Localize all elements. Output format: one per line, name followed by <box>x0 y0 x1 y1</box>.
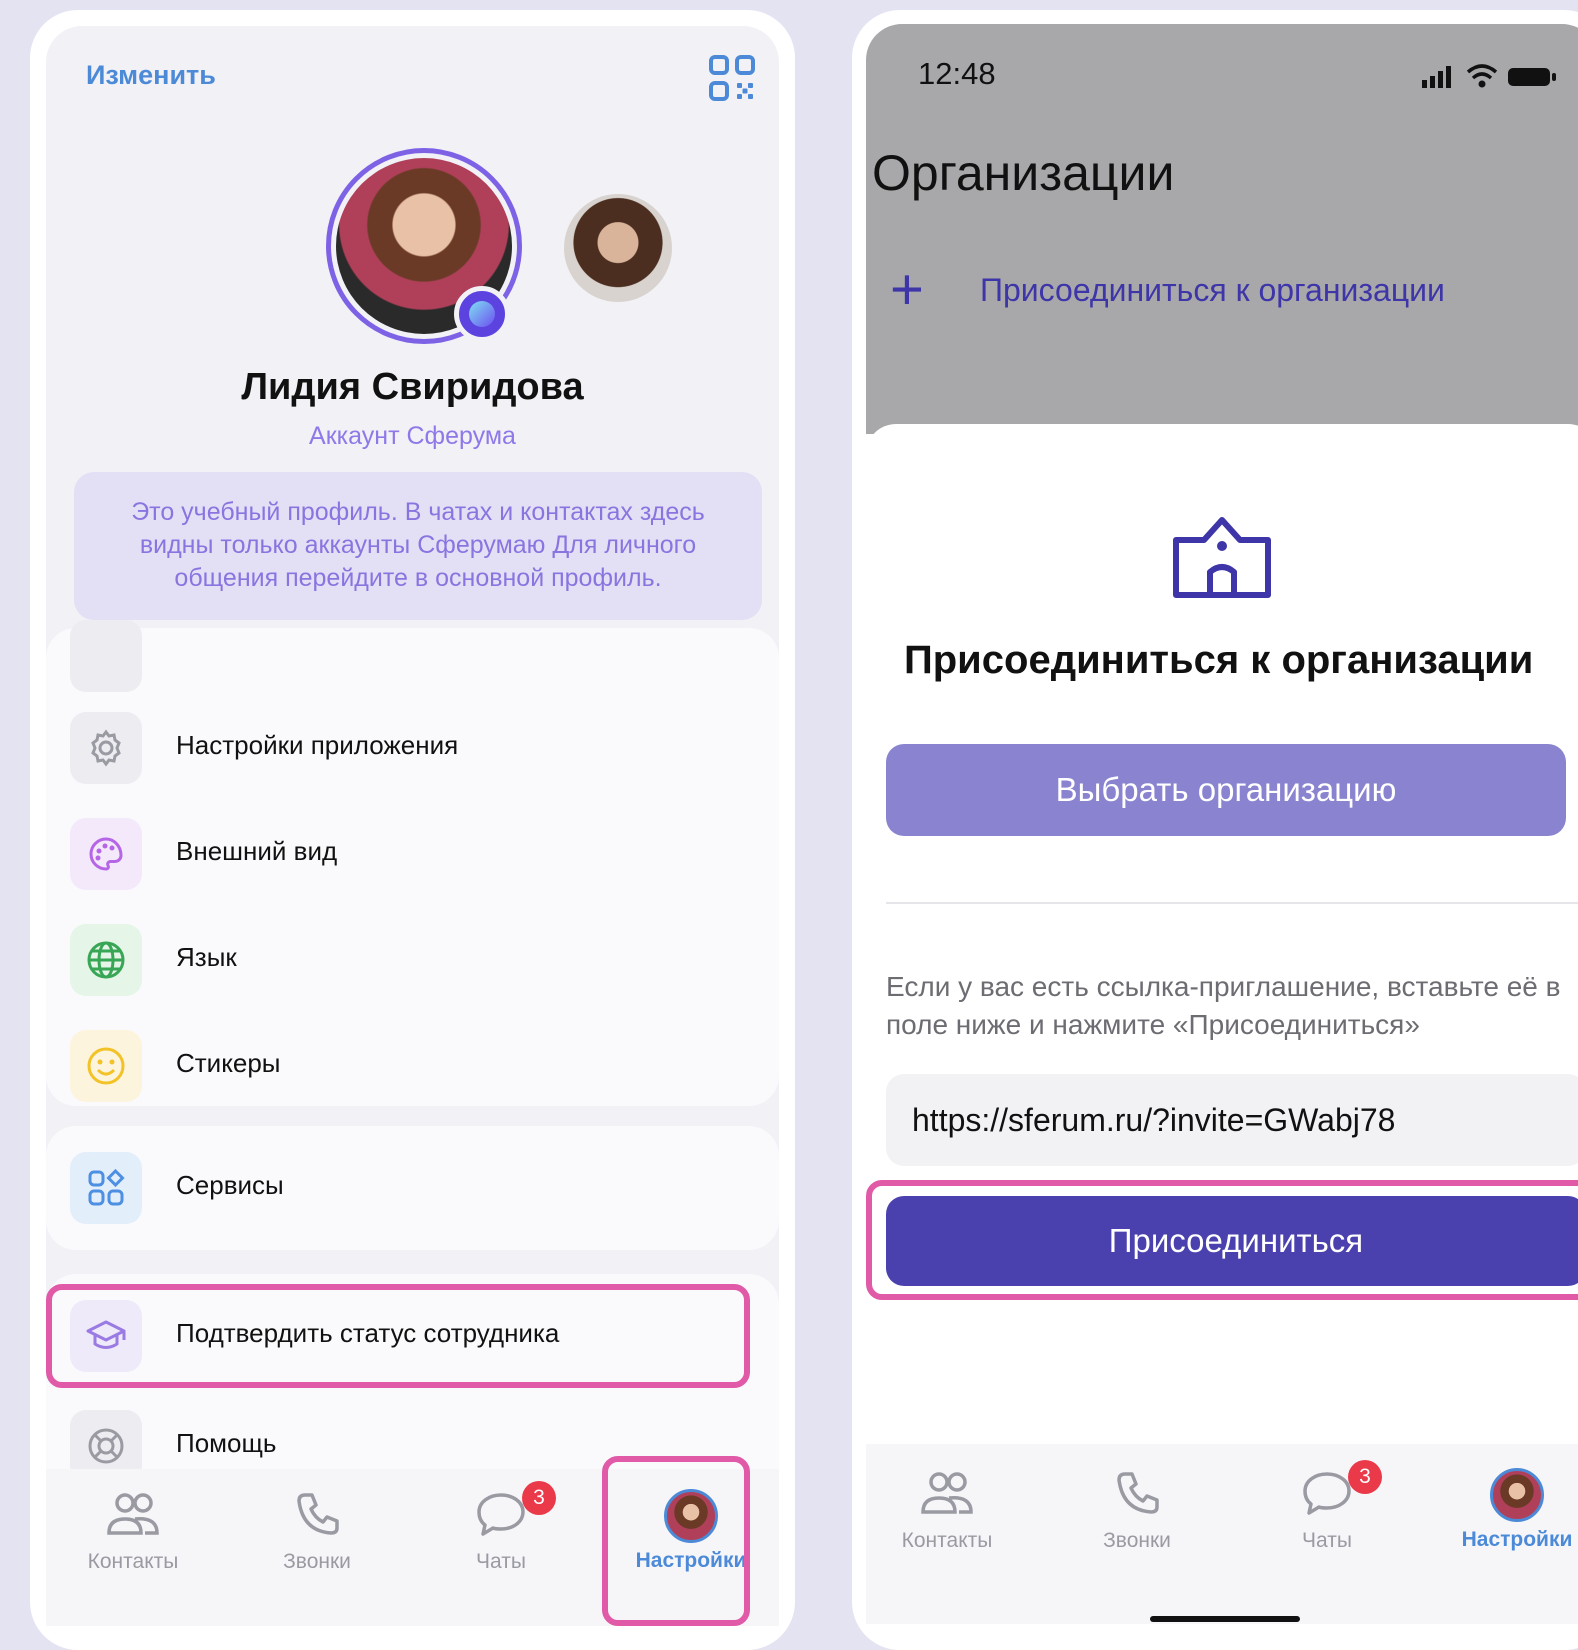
left-phone-frame: Изменить Лидия Свиридова Аккаунт Сферума… <box>30 10 795 1650</box>
tab-contacts[interactable]: Контакты <box>58 1489 208 1574</box>
menu-label: Стикеры <box>176 1048 281 1078</box>
join-organization-link[interactable]: Присоединиться к организации <box>980 272 1445 309</box>
gear-icon <box>70 712 142 784</box>
menu-item-app-settings[interactable]: Настройки приложения <box>46 700 779 796</box>
highlight-settings-tab <box>602 1456 750 1626</box>
tab-bar: Контакты Звонки 3 Чаты Настройки <box>866 1444 1578 1624</box>
status-icons <box>1422 64 1556 88</box>
grid-icon <box>70 1152 142 1224</box>
menu-item-stickers[interactable]: Стикеры <box>46 1018 779 1114</box>
smile-icon <box>70 1030 142 1102</box>
tab-label: Звонки <box>1103 1529 1171 1552</box>
tab-label: Контакты <box>901 1529 993 1552</box>
tab-label: Чаты <box>476 1550 526 1573</box>
chat-icon <box>1303 1472 1351 1515</box>
edit-button[interactable]: Изменить <box>86 60 216 91</box>
menu-label: Сервисы <box>176 1170 284 1200</box>
wifi-icon <box>1466 64 1498 80</box>
menu-label: Настройки приложения <box>176 730 459 760</box>
menu-item-appearance[interactable]: Внешний вид <box>46 806 779 902</box>
phone-icon <box>1117 1472 1159 1514</box>
contacts-icon <box>107 1493 159 1535</box>
chat-unread-badge: 3 <box>522 1481 556 1515</box>
organizations-screen: 12:48 Организации + Присоединиться к орг… <box>866 24 1578 1624</box>
chat-icon <box>477 1493 525 1536</box>
tab-chats[interactable]: 3 Чаты <box>1252 1460 1402 1553</box>
highlight-join-button <box>866 1180 1578 1300</box>
choose-organization-button[interactable]: Выбрать организацию <box>886 744 1566 836</box>
tab-contacts[interactable]: Контакты <box>872 1468 1022 1553</box>
divider <box>886 902 1578 904</box>
profile-name: Лидия Свиридова <box>241 366 584 408</box>
globe-icon <box>70 924 142 996</box>
status-time: 12:48 <box>918 56 996 91</box>
menu-item-partial[interactable] <box>46 608 779 704</box>
menu-label: Помощь <box>176 1428 277 1458</box>
settings-screen: Изменить Лидия Свиридова Аккаунт Сферума… <box>46 26 779 1626</box>
contacts-icon <box>921 1472 973 1514</box>
palette-icon <box>70 818 142 890</box>
organization-building-icon <box>1173 517 1271 598</box>
partial-icon <box>70 620 142 692</box>
study-profile-notice: Это учебный профиль. В чатах и контактах… <box>74 472 762 620</box>
menu-label: Язык <box>176 942 237 972</box>
tab-chats[interactable]: 3 Чаты <box>426 1481 576 1574</box>
tab-settings[interactable]: Настройки <box>1438 1468 1578 1552</box>
tab-label: Настройки <box>1461 1528 1573 1551</box>
settings-menu-card: Настройки приложения Внешний вид Язык Ст… <box>46 620 779 1106</box>
avatar-icon <box>1490 1468 1544 1522</box>
secondary-profile-avatar[interactable] <box>564 194 672 302</box>
sheet-title: Присоединиться к организации <box>904 638 1534 682</box>
tab-label: Звонки <box>283 1550 351 1573</box>
invite-hint-text: Если у вас есть ссылка-приглашение, вста… <box>886 971 1561 1040</box>
plus-icon[interactable]: + <box>890 256 924 323</box>
chat-unread-badge: 3 <box>1348 1460 1382 1494</box>
services-card: Сервисы <box>46 1126 779 1250</box>
highlight-confirm-status <box>46 1284 750 1388</box>
menu-item-language[interactable]: Язык <box>46 912 779 1008</box>
right-phone-frame: 12:48 Организации + Присоединиться к орг… <box>852 10 1578 1650</box>
tab-calls[interactable]: Звонки <box>242 1489 392 1574</box>
qr-code-icon[interactable] <box>708 54 756 102</box>
tab-label: Контакты <box>87 1550 179 1573</box>
tab-calls[interactable]: Звонки <box>1062 1468 1212 1553</box>
invite-link-input[interactable]: https://sferum.ru/?invite=GWabj78 <box>886 1074 1578 1166</box>
menu-item-services[interactable]: Сервисы <box>46 1140 779 1236</box>
sferum-badge-icon <box>454 286 510 342</box>
battery-icon <box>1508 68 1556 86</box>
phone-icon <box>297 1493 339 1535</box>
signal-icon <box>1422 66 1451 88</box>
page-title: Организации <box>872 145 1175 201</box>
menu-label: Внешний вид <box>176 836 338 866</box>
account-type-label: Аккаунт Сферума <box>309 422 516 450</box>
home-indicator <box>1150 1616 1300 1622</box>
tab-label: Чаты <box>1302 1529 1352 1552</box>
